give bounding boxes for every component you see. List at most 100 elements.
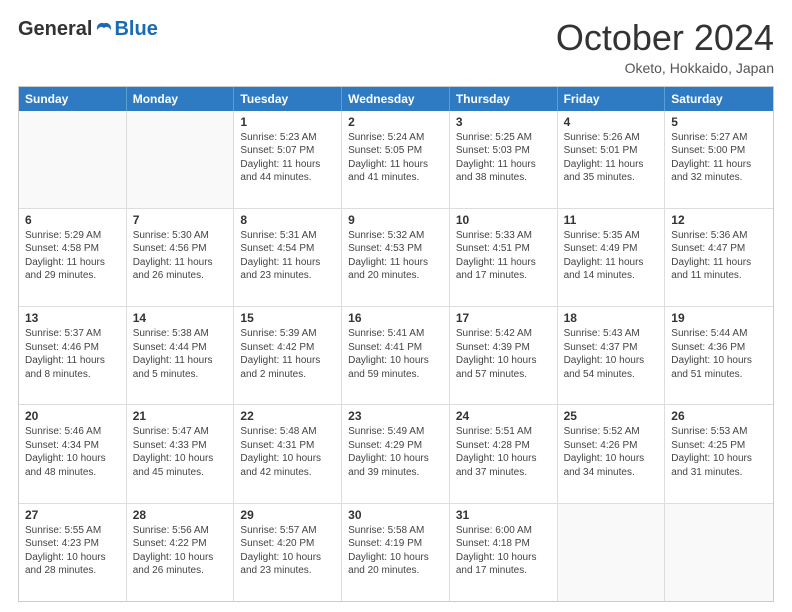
day-number: 4 [564, 115, 659, 129]
calendar-row-1: 1Sunrise: 5:23 AM Sunset: 5:07 PM Daylig… [19, 111, 773, 208]
calendar-cell: 20 Sunrise: 5:46 AM Sunset: 4:34 PM Dayli… [19, 405, 127, 502]
calendar-cell [665, 504, 773, 601]
calendar-cell: 4 Sunrise: 5:26 AM Sunset: 5:01 PM Daylig… [558, 111, 666, 208]
calendar-cell: 12Sunrise: 5:36 AM Sunset: 4:47 PM Dayli… [665, 209, 773, 306]
page: General Blue October 2024 Oketo, Hokkaid… [0, 0, 792, 612]
day-number: 25 [564, 409, 659, 423]
cell-info: Sunrise: 5:38 AM Sunset: 4:44 PM Dayligh… [133, 327, 228, 381]
calendar-body: 1Sunrise: 5:23 AM Sunset: 5:07 PM Daylig… [19, 111, 773, 601]
calendar-cell: 14 Sunrise: 5:38 AM Sunset: 4:44 PM Dayli… [127, 307, 235, 404]
calendar-cell: 28 Sunrise: 5:56 AM Sunset: 4:22 PM Dayli… [127, 504, 235, 601]
calendar-cell: 30Sunrise: 5:58 AM Sunset: 4:19 PM Dayli… [342, 504, 450, 601]
calendar-header-thursday: Thursday [450, 87, 558, 111]
calendar-cell: 16 Sunrise: 5:41 AM Sunset: 4:41 PM Dayli… [342, 307, 450, 404]
calendar-cell: 1Sunrise: 5:23 AM Sunset: 5:07 PM Daylig… [234, 111, 342, 208]
calendar-cell: 31Sunrise: 6:00 AM Sunset: 4:18 PM Dayli… [450, 504, 558, 601]
calendar-cell: 7Sunrise: 5:30 AM Sunset: 4:56 PM Daylig… [127, 209, 235, 306]
calendar-header-monday: Monday [127, 87, 235, 111]
logo-general-text: General [18, 18, 92, 41]
cell-info: Sunrise: 5:31 AM Sunset: 4:54 PM Dayligh… [240, 229, 335, 283]
logo: General Blue [18, 18, 158, 41]
logo-bird-icon [94, 20, 114, 40]
day-number: 28 [133, 508, 228, 522]
calendar-cell [558, 504, 666, 601]
day-number: 19 [671, 311, 767, 325]
calendar-header-tuesday: Tuesday [234, 87, 342, 111]
day-number: 15 [240, 311, 335, 325]
day-number: 14 [133, 311, 228, 325]
calendar: SundayMondayTuesdayWednesdayThursdayFrid… [18, 86, 774, 602]
calendar-row-4: 20 Sunrise: 5:46 AM Sunset: 4:34 PM Dayli… [19, 404, 773, 502]
cell-info: Sunrise: 5:53 AM Sunset: 4:25 PM Dayligh… [671, 425, 767, 479]
cell-info: Sunrise: 5:27 AM Sunset: 5:00 PM Dayligh… [671, 131, 767, 185]
calendar-cell: 9Sunrise: 5:32 AM Sunset: 4:53 PM Daylig… [342, 209, 450, 306]
cell-info: Sunrise: 5:55 AM Sunset: 4:23 PM Dayligh… [25, 524, 120, 578]
day-number: 29 [240, 508, 335, 522]
day-number: 26 [671, 409, 767, 423]
calendar-row-5: 27Sunrise: 5:55 AM Sunset: 4:23 PM Dayli… [19, 503, 773, 601]
calendar-cell: 6 Sunrise: 5:29 AM Sunset: 4:58 PM Daylig… [19, 209, 127, 306]
cell-info: Sunrise: 5:37 AM Sunset: 4:46 PM Dayligh… [25, 327, 120, 381]
calendar-header-wednesday: Wednesday [342, 87, 450, 111]
cell-info: Sunrise: 5:48 AM Sunset: 4:31 PM Dayligh… [240, 425, 335, 479]
calendar-cell: 2 Sunrise: 5:24 AM Sunset: 5:05 PM Daylig… [342, 111, 450, 208]
cell-info: Sunrise: 5:35 AM Sunset: 4:49 PM Dayligh… [564, 229, 659, 283]
calendar-cell: 17Sunrise: 5:42 AM Sunset: 4:39 PM Dayli… [450, 307, 558, 404]
cell-info: Sunrise: 5:44 AM Sunset: 4:36 PM Dayligh… [671, 327, 767, 381]
day-number: 20 [25, 409, 120, 423]
day-number: 13 [25, 311, 120, 325]
calendar-header-friday: Friday [558, 87, 666, 111]
calendar-cell: 29Sunrise: 5:57 AM Sunset: 4:20 PM Dayli… [234, 504, 342, 601]
calendar-header: SundayMondayTuesdayWednesdayThursdayFrid… [19, 87, 773, 111]
calendar-row-2: 6 Sunrise: 5:29 AM Sunset: 4:58 PM Daylig… [19, 208, 773, 306]
location: Oketo, Hokkaido, Japan [556, 60, 774, 76]
day-number: 6 [25, 213, 120, 227]
day-number: 31 [456, 508, 551, 522]
calendar-header-sunday: Sunday [19, 87, 127, 111]
cell-info: Sunrise: 5:41 AM Sunset: 4:41 PM Dayligh… [348, 327, 443, 381]
calendar-cell: 18 Sunrise: 5:43 AM Sunset: 4:37 PM Dayli… [558, 307, 666, 404]
cell-info: Sunrise: 5:56 AM Sunset: 4:22 PM Dayligh… [133, 524, 228, 578]
day-number: 8 [240, 213, 335, 227]
cell-info: Sunrise: 5:24 AM Sunset: 5:05 PM Dayligh… [348, 131, 443, 185]
title-area: October 2024 Oketo, Hokkaido, Japan [556, 18, 774, 76]
cell-info: Sunrise: 5:23 AM Sunset: 5:07 PM Dayligh… [240, 131, 335, 185]
calendar-cell: 3Sunrise: 5:25 AM Sunset: 5:03 PM Daylig… [450, 111, 558, 208]
cell-info: Sunrise: 5:42 AM Sunset: 4:39 PM Dayligh… [456, 327, 551, 381]
cell-info: Sunrise: 5:33 AM Sunset: 4:51 PM Dayligh… [456, 229, 551, 283]
day-number: 30 [348, 508, 443, 522]
calendar-cell [19, 111, 127, 208]
day-number: 5 [671, 115, 767, 129]
day-number: 18 [564, 311, 659, 325]
calendar-cell: 19 Sunrise: 5:44 AM Sunset: 4:36 PM Dayli… [665, 307, 773, 404]
calendar-header-saturday: Saturday [665, 87, 773, 111]
calendar-cell: 22 Sunrise: 5:48 AM Sunset: 4:31 PM Dayli… [234, 405, 342, 502]
calendar-cell: 24 Sunrise: 5:51 AM Sunset: 4:28 PM Dayli… [450, 405, 558, 502]
calendar-cell: 8 Sunrise: 5:31 AM Sunset: 4:54 PM Daylig… [234, 209, 342, 306]
cell-info: Sunrise: 5:51 AM Sunset: 4:28 PM Dayligh… [456, 425, 551, 479]
logo-blue-text: Blue [114, 18, 157, 41]
calendar-cell: 21Sunrise: 5:47 AM Sunset: 4:33 PM Dayli… [127, 405, 235, 502]
month-title: October 2024 [556, 18, 774, 58]
cell-info: Sunrise: 5:32 AM Sunset: 4:53 PM Dayligh… [348, 229, 443, 283]
cell-info: Sunrise: 5:46 AM Sunset: 4:34 PM Dayligh… [25, 425, 120, 479]
day-number: 3 [456, 115, 551, 129]
calendar-cell: 13 Sunrise: 5:37 AM Sunset: 4:46 PM Dayli… [19, 307, 127, 404]
cell-info: Sunrise: 5:29 AM Sunset: 4:58 PM Dayligh… [25, 229, 120, 283]
cell-info: Sunrise: 5:39 AM Sunset: 4:42 PM Dayligh… [240, 327, 335, 381]
day-number: 24 [456, 409, 551, 423]
day-number: 22 [240, 409, 335, 423]
calendar-cell: 11Sunrise: 5:35 AM Sunset: 4:49 PM Dayli… [558, 209, 666, 306]
calendar-cell: 15 Sunrise: 5:39 AM Sunset: 4:42 PM Dayli… [234, 307, 342, 404]
calendar-cell: 5 Sunrise: 5:27 AM Sunset: 5:00 PM Daylig… [665, 111, 773, 208]
day-number: 23 [348, 409, 443, 423]
calendar-cell [127, 111, 235, 208]
cell-info: Sunrise: 5:26 AM Sunset: 5:01 PM Dayligh… [564, 131, 659, 185]
cell-info: Sunrise: 5:43 AM Sunset: 4:37 PM Dayligh… [564, 327, 659, 381]
day-number: 2 [348, 115, 443, 129]
day-number: 7 [133, 213, 228, 227]
day-number: 16 [348, 311, 443, 325]
calendar-cell: 26 Sunrise: 5:53 AM Sunset: 4:25 PM Dayli… [665, 405, 773, 502]
day-number: 21 [133, 409, 228, 423]
calendar-cell: 27Sunrise: 5:55 AM Sunset: 4:23 PM Dayli… [19, 504, 127, 601]
